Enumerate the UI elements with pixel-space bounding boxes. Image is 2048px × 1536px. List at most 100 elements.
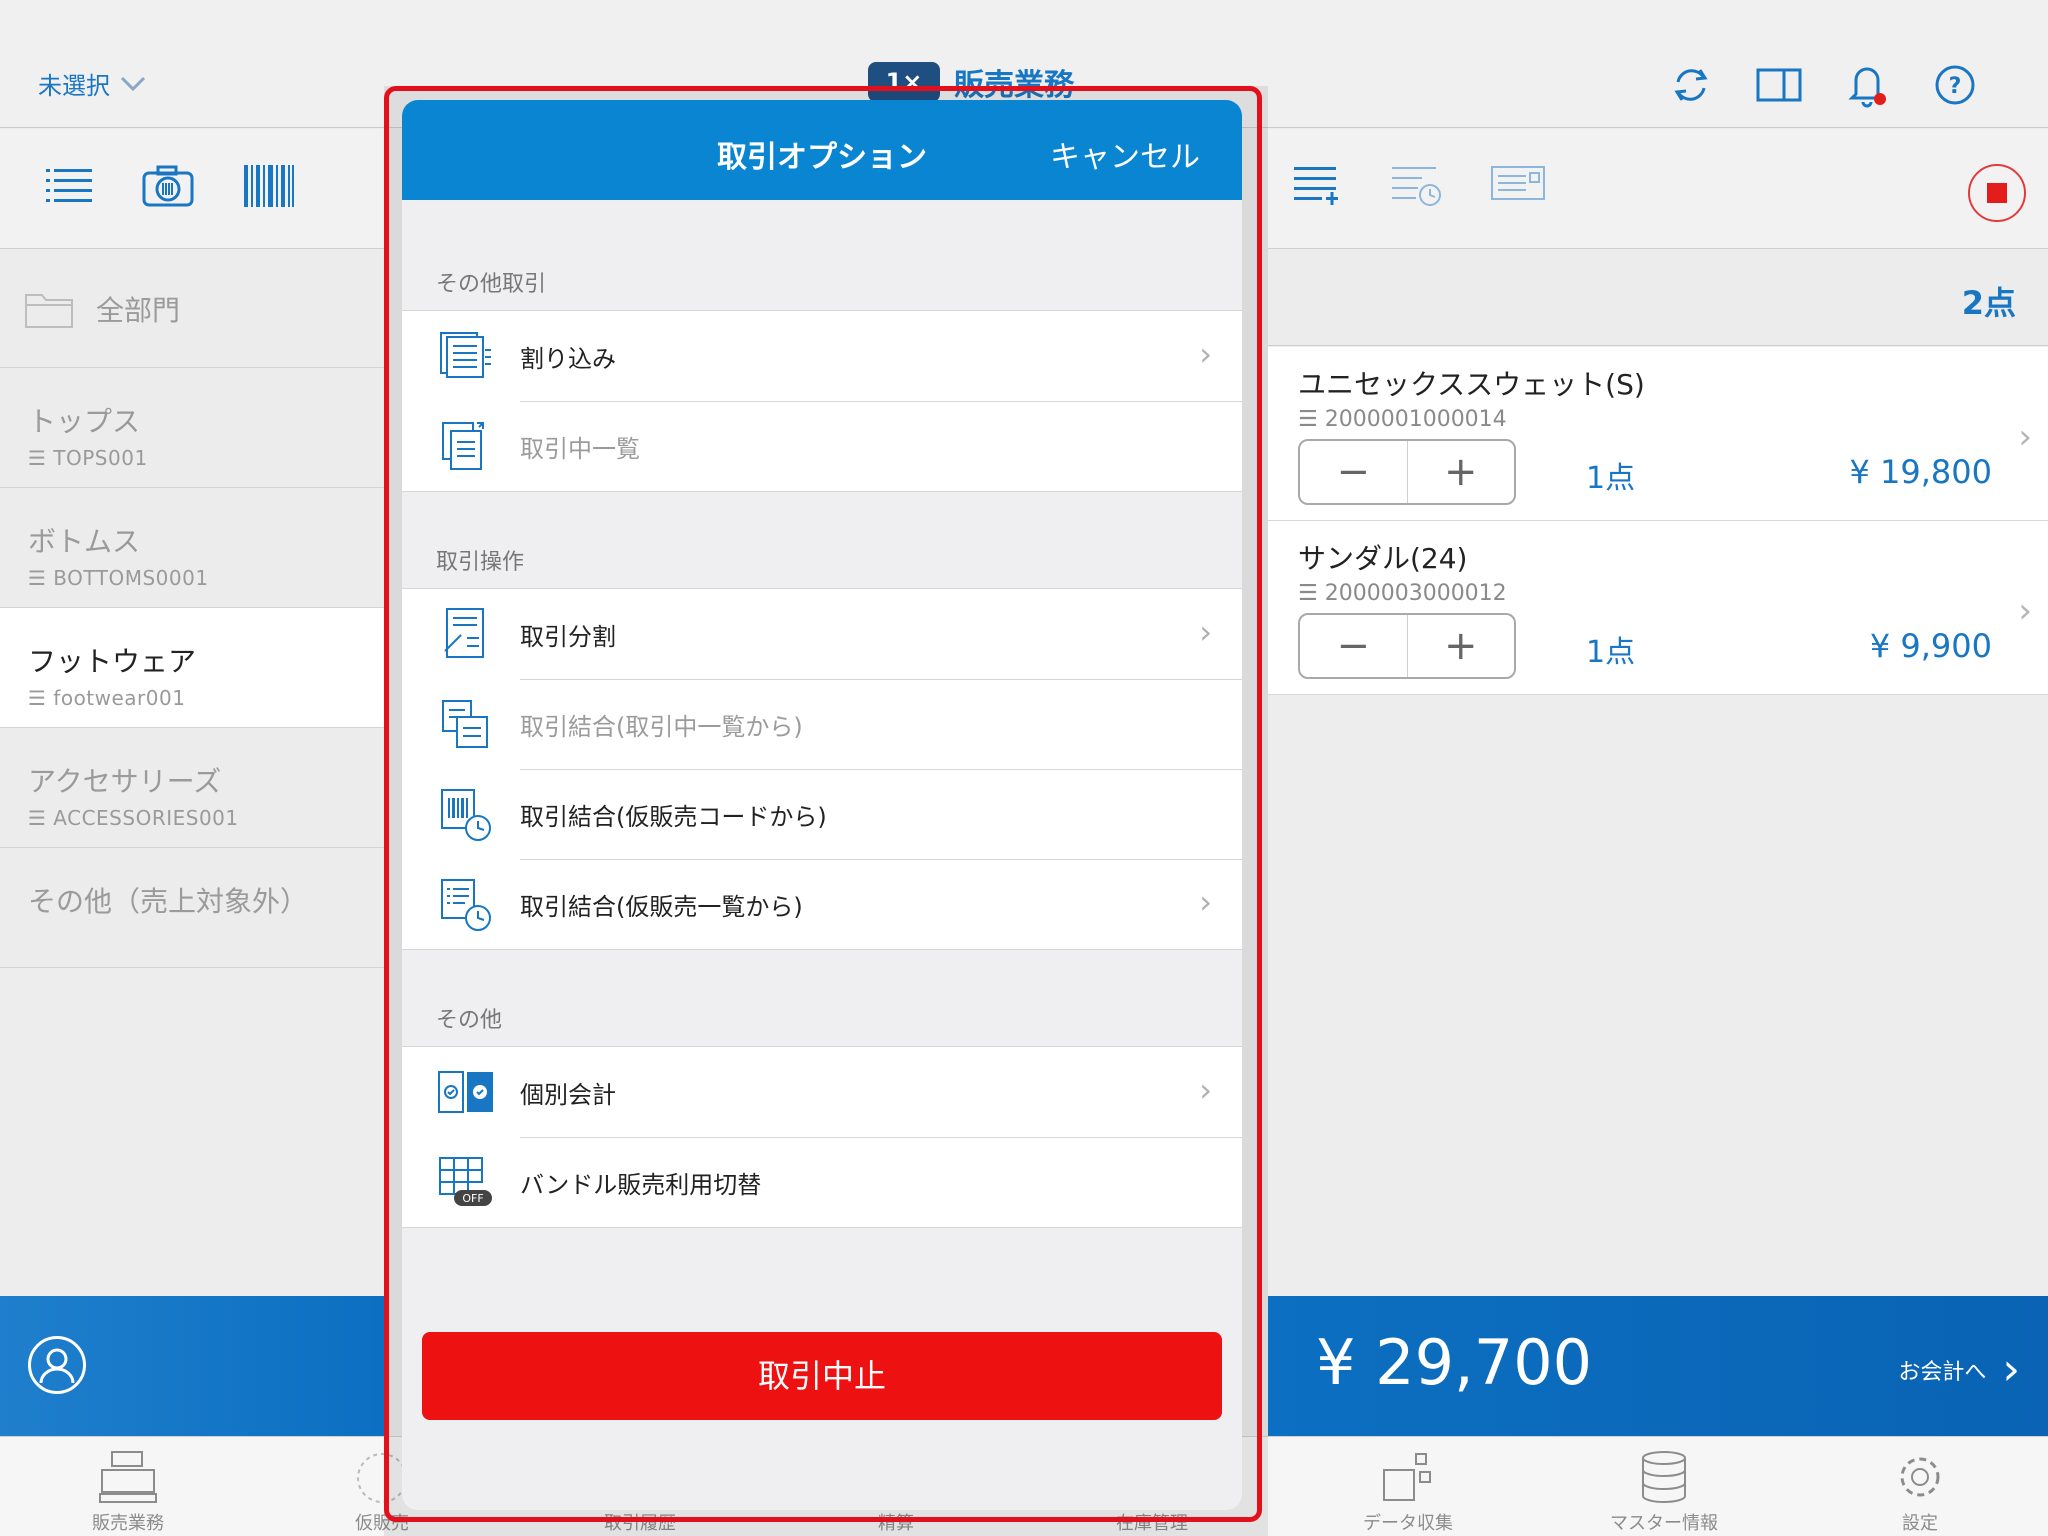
checkout-label: お会計へ [1898,1359,1987,1385]
menu-item-merge-list[interactable]: 取引結合(取引中一覧から) [402,679,1242,769]
left-toolbar [0,129,384,249]
merge-list-icon [442,700,488,748]
camera-scan-icon[interactable] [142,165,194,211]
cancel-button[interactable]: キャンセル [1050,132,1200,176]
store-select[interactable]: 未選択 [38,66,146,101]
menu-label: 取引結合(仮販売コードから) [520,802,827,831]
section-label: その他 [436,1008,503,1033]
cart-count: 2点 [1961,284,2016,322]
menu-item-merge-provisional-list[interactable]: 取引結合(仮販売一覧から) › [402,859,1242,949]
cart-item-qty: 1点 [1586,461,1636,496]
chevron-right-icon: › [1199,613,1212,651]
tab-data-collection[interactable]: データ収集 [1328,1445,1488,1535]
department-code: ☰ TOPS001 [28,446,148,470]
transaction-options-modal: 取引オプション キャンセル その他取引 割り込み › 取引中一覧 取引操作 取引… [402,100,1242,1510]
tab-sales[interactable]: 販売業務 [48,1445,208,1535]
database-icon [1642,1451,1686,1503]
data-collection-icon [1383,1453,1431,1501]
cart-list: ユニセックススウェット(S) ☰ 2000001000014 − + 1点 ¥ … [1268,347,2048,695]
increment-button[interactable]: + [1408,441,1515,503]
list-view-icon[interactable] [46,165,92,209]
menu-group: 取引分割 › 取引結合(取引中一覧から) 取引結合(仮販売コードから) 取引結合… [402,588,1242,950]
cart-count-bar: 2点 [1268,250,2048,346]
chevron-right-icon: › [1199,335,1212,373]
department-item-tops[interactable]: トップス ☰ TOPS001 [0,368,384,488]
merge-code-icon [441,789,491,841]
cart-item-name: サンダル(24) [1298,542,1468,575]
department-name: 全部門 [96,293,181,327]
split-view-icon[interactable] [1756,62,1802,108]
department-name: トップス [28,405,141,438]
menu-label: 割り込み [520,344,616,373]
cart-item[interactable]: ユニセックススウェット(S) ☰ 2000001000014 − + 1点 ¥ … [1268,347,2048,521]
department-name: その他（売上対象外） [28,885,309,918]
menu-label: 取引中一覧 [520,434,640,463]
menu-label: 取引結合(仮販売一覧から) [520,892,803,921]
individual-payment-icon [438,1071,493,1113]
increment-button[interactable]: + [1408,615,1515,677]
menu-label: バンドル販売利用切替 [520,1170,762,1199]
tab-master[interactable]: マスター情報 [1584,1445,1744,1535]
menu-item-split[interactable]: 取引分割 › [402,589,1242,679]
in-progress-list-icon [442,422,484,470]
checkout-button[interactable]: お会計へ › [1898,1344,2020,1395]
help-icon[interactable]: ? [1932,62,1978,108]
barcode-icon[interactable] [244,165,294,211]
tab-label: データ収集 [1363,1513,1453,1534]
menu-item-merge-code[interactable]: 取引結合(仮販売コードから) [402,769,1242,859]
department-code: ☰ footwear001 [28,686,186,710]
quantity-stepper: − + [1298,439,1516,505]
tab-label: 販売業務 [92,1513,164,1534]
menu-item-interrupt[interactable]: 割り込み › [402,311,1242,401]
svg-text:?: ? [1949,74,1962,99]
department-name: ボトムス [28,525,141,558]
total-amount: ¥ 29,700 [1316,1326,1593,1399]
chevron-down-icon [120,76,146,91]
department-item-other[interactable]: その他（売上対象外） [0,848,384,968]
merge-provisional-list-icon [441,879,491,931]
department-code: ☰ BOTTOMS0001 [28,566,209,590]
cart-item-code: ☰ 2000003000012 [1298,581,1507,606]
department-item-all[interactable]: 全部門 [0,250,384,368]
cart-item-code: ☰ 2000001000014 [1298,407,1507,432]
cart-item-qty: 1点 [1586,635,1636,670]
notification-bell-icon[interactable] [1844,62,1890,108]
receipt-card-icon[interactable] [1490,163,1546,207]
right-toolbar [1268,129,2048,249]
stop-icon [1987,183,2007,203]
bundle-toggle-icon: OFF [439,1157,492,1206]
department-item-footwear[interactable]: フットウェア ☰ footwear001 [0,608,384,728]
tab-label: 設定 [1902,1513,1938,1534]
quantity-stepper: − + [1298,613,1516,679]
menu-group: 割り込み › 取引中一覧 [402,310,1242,492]
menu-item-in-progress-list[interactable]: 取引中一覧 [402,401,1242,491]
interrupt-icon [440,332,491,378]
modal-header: 取引オプション キャンセル [402,100,1242,200]
sync-icon[interactable] [1668,62,1714,108]
pending-list-icon[interactable] [1392,163,1442,213]
department-list: 全部門 トップス ☰ TOPS001 ボトムス ☰ BOTTOMS0001 フッ… [0,250,384,968]
menu-group: 個別会計 › OFF バンドル販売利用切替 [402,1046,1242,1228]
chevron-right-icon: › [2018,417,2032,457]
add-list-icon[interactable] [1294,163,1340,213]
split-icon [444,608,484,658]
department-name: アクセサリーズ [28,765,222,798]
section-label: 取引操作 [436,550,525,575]
department-item-bottoms[interactable]: ボトムス ☰ BOTTOMS0001 [0,488,384,608]
cart-item-price: ¥ 19,800 [1849,453,1993,491]
cart-item[interactable]: サンダル(24) ☰ 2000003000012 − + 1点 ¥ 9,900 … [1268,521,2048,695]
department-item-accessories[interactable]: アクセサリーズ ☰ ACCESSORIES001 [0,728,384,848]
decrement-button[interactable]: − [1300,615,1408,677]
menu-item-individual-payment[interactable]: 個別会計 › [402,1047,1242,1137]
tab-settings[interactable]: 設定 [1840,1445,2000,1535]
chevron-right-icon: › [2002,1344,2020,1395]
menu-label: 取引結合(取引中一覧から) [520,712,803,741]
abort-transaction-button[interactable]: 取引中止 [422,1332,1222,1420]
menu-item-bundle-toggle[interactable]: OFF バンドル販売利用切替 [402,1137,1242,1227]
customer-icon[interactable] [28,1336,86,1394]
chevron-right-icon: › [2018,591,2032,631]
stop-recording-button[interactable] [1968,164,2026,222]
cart-item-price: ¥ 9,900 [1869,627,1992,665]
decrement-button[interactable]: − [1300,441,1408,503]
register-icon [99,1451,157,1503]
